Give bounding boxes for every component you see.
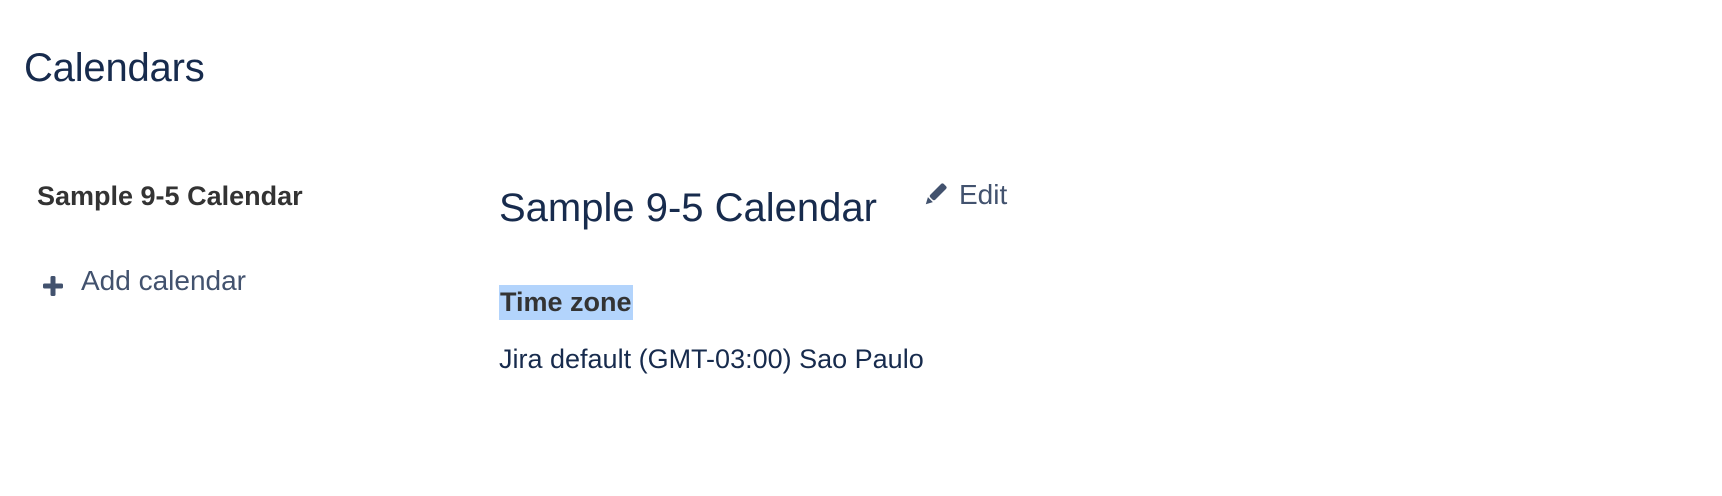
calendar-title: Sample 9-5 Calendar xyxy=(499,186,877,230)
edit-label: Edit xyxy=(959,179,1008,210)
calendars-page: Calendars Sample 9-5 Calendar Add calend… xyxy=(0,0,1722,496)
calendar-details: Sample 9-5 Calendar Edit Time zone Jira … xyxy=(499,179,1399,377)
edit-button[interactable]: Edit xyxy=(921,177,1007,213)
calendar-sidebar: Sample 9-5 Calendar Add calendar xyxy=(37,178,437,299)
page-title: Calendars xyxy=(24,46,205,90)
calendar-header: Sample 9-5 Calendar Edit xyxy=(499,179,1399,232)
timezone-value: Jira default (GMT-03:00) Sao Paulo xyxy=(499,344,924,374)
timezone-label: Time zone xyxy=(499,285,633,320)
sidebar-item-sample-calendar[interactable]: Sample 9-5 Calendar xyxy=(37,178,437,214)
pencil-icon xyxy=(921,181,949,209)
add-calendar-label: Add calendar xyxy=(81,265,247,296)
plus-icon xyxy=(42,270,64,296)
add-calendar-button[interactable]: Add calendar xyxy=(37,263,437,299)
